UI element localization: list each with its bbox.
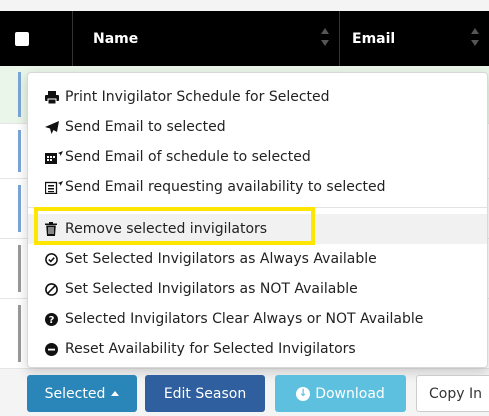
menu-item-reset-availability[interactable]: Reset Availability for Selected Invigila… [28, 334, 487, 364]
edit-season-button[interactable]: Edit Season [145, 375, 265, 412]
menu-item-label: Send Email of schedule to selected [65, 149, 311, 165]
menu-item-print-schedule[interactable]: Print Invigilator Schedule for Selected [28, 82, 487, 112]
name-column-label: Name [93, 30, 139, 47]
menu-item-label: Reset Availability for Selected Invigila… [65, 341, 356, 357]
print-icon [45, 90, 65, 104]
menu-item-send-email[interactable]: Send Email to selected [28, 112, 487, 142]
calendar-send-icon [45, 150, 65, 164]
email-column-header[interactable]: Email [340, 11, 489, 66]
menu-item-clear-availability[interactable]: ? Selected Invigilators Clear Always or … [28, 304, 487, 334]
trash-icon [45, 222, 65, 236]
menu-item-label: Print Invigilator Schedule for Selected [65, 89, 330, 105]
copy-button[interactable]: Copy In [416, 375, 489, 412]
select-all-checkbox[interactable] [15, 31, 29, 46]
menu-item-remove-invigilators[interactable]: Remove selected invigilators [28, 214, 487, 244]
download-icon: ↓ [296, 386, 311, 401]
sort-icon[interactable] [321, 28, 329, 46]
menu-item-label: Selected Invigilators Clear Always or NO… [65, 311, 424, 327]
menu-item-label: Remove selected invigilators [65, 221, 268, 237]
list-send-icon [45, 180, 65, 194]
select-all-column [0, 11, 73, 66]
menu-item-request-availability[interactable]: Send Email requesting availability to se… [28, 172, 487, 202]
ban-icon [45, 282, 65, 296]
menu-item-label: Set Selected Invigilators as Always Avai… [65, 251, 377, 267]
email-column-label: Email [352, 30, 396, 47]
copy-label: Copy In [429, 385, 482, 402]
name-column-header[interactable]: Name [73, 11, 340, 66]
minus-circle-icon [45, 342, 65, 356]
menu-item-send-schedule[interactable]: Send Email of schedule to selected [28, 142, 487, 172]
menu-item-label: Send Email requesting availability to se… [65, 179, 386, 195]
question-circle-icon: ? [45, 312, 65, 326]
sort-icon[interactable] [471, 28, 479, 46]
menu-divider [28, 207, 487, 208]
check-circle-icon [45, 252, 65, 266]
menu-item-label: Set Selected Invigilators as NOT Availab… [65, 281, 358, 297]
menu-item-always-available[interactable]: Set Selected Invigilators as Always Avai… [28, 244, 487, 274]
selected-button-label: Selected [44, 385, 106, 402]
edit-season-label: Edit Season [163, 385, 247, 402]
caret-up-icon [111, 391, 120, 396]
send-icon [45, 120, 65, 134]
selected-actions-menu: Print Invigilator Schedule for Selected … [27, 72, 488, 368]
selected-dropdown-button[interactable]: Selected [27, 375, 137, 412]
table-header: Name Email [0, 11, 489, 66]
svg-text:?: ? [49, 315, 55, 326]
download-button[interactable]: ↓ Download [275, 375, 406, 412]
download-label: Download [315, 385, 385, 402]
menu-item-not-available[interactable]: Set Selected Invigilators as NOT Availab… [28, 274, 487, 304]
menu-item-label: Send Email to selected [65, 119, 226, 135]
